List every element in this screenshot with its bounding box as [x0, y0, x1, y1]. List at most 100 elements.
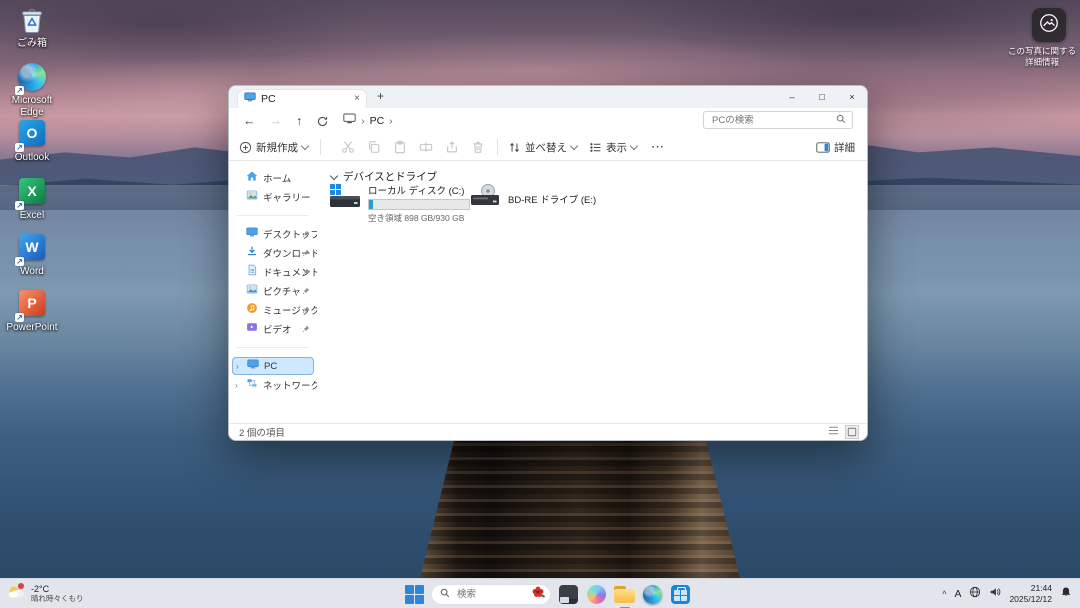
tray-expand-chevron[interactable]: ^	[942, 589, 946, 599]
sidebar-separator	[237, 215, 309, 216]
taskbar-store-button[interactable]	[670, 584, 691, 605]
back-button[interactable]: ←	[243, 114, 256, 128]
section-devices-and-drives[interactable]: デバイスとドライブ	[331, 169, 437, 184]
taskbar-edge-button[interactable]	[642, 584, 663, 605]
explorer-search-box[interactable]	[703, 111, 853, 129]
explorer-status-bar: 2 個の項目	[229, 423, 867, 440]
volume-icon[interactable]	[989, 585, 1001, 603]
chevron-down-icon	[570, 141, 578, 149]
desktop-icon-excel[interactable]: X Excel	[0, 176, 64, 222]
spotlight-button[interactable]	[1032, 8, 1066, 42]
sidebar-item-videos[interactable]: ビデオ	[232, 320, 314, 338]
tab-close-icon[interactable]: ×	[354, 94, 360, 104]
sidebar-item-home[interactable]: ホーム	[232, 169, 314, 187]
wallpaper-pier	[420, 436, 740, 578]
toolbar-divider	[497, 139, 498, 155]
chevron-down-icon	[301, 141, 309, 149]
home-icon	[246, 169, 258, 187]
sidebar-item-pc[interactable]: › PC	[232, 357, 314, 375]
list-view-icon[interactable]	[828, 423, 839, 441]
clock[interactable]: 21:44 2025/12/12	[1009, 583, 1052, 604]
pc-monitor-icon	[244, 90, 256, 108]
expand-chevron-icon[interactable]: ›	[235, 381, 238, 390]
sidebar-item-network[interactable]: › ネットワーク	[232, 376, 314, 394]
refresh-button[interactable]	[316, 115, 329, 128]
taskbar-app-dark[interactable]	[558, 584, 579, 605]
desktop-icon-outlook[interactable]: O Outlook	[0, 118, 64, 164]
shortcut-arrow-icon	[15, 143, 24, 152]
shortcut-arrow-icon	[15, 313, 24, 322]
sidebar-item-music[interactable]: ミュージック	[232, 301, 314, 319]
breadcrumb-item-pc[interactable]: PC	[370, 115, 385, 127]
pin-icon	[302, 282, 310, 300]
new-button[interactable]: 新規作成	[239, 140, 308, 155]
desktop: ごみ箱 Microsoft Edge O Outlook X Excel W W…	[0, 0, 1080, 608]
item-count: 2 個の項目	[239, 425, 285, 439]
minimize-button[interactable]: –	[777, 86, 807, 108]
tab-title: PC	[261, 93, 349, 105]
gallery-icon	[246, 188, 258, 206]
sidebar-item-downloads[interactable]: ダウンロード	[232, 244, 314, 262]
edge-icon	[17, 63, 47, 93]
taskbar-search-box[interactable]	[431, 584, 551, 605]
pictures-icon	[246, 282, 258, 300]
desktop-icon-label: Excel	[0, 210, 64, 222]
sidebar-item-gallery[interactable]: ギャラリー	[232, 188, 314, 206]
forward-button[interactable]: →	[270, 114, 283, 128]
weather-temp: -2°C	[31, 584, 84, 595]
maximize-button[interactable]: □	[807, 86, 837, 108]
up-button[interactable]: ↑	[296, 114, 302, 128]
details-pane-button[interactable]: 詳細	[816, 140, 855, 155]
sidebar-item-documents[interactable]: ドキュメント	[232, 263, 314, 281]
copilot-icon	[587, 585, 606, 604]
more-options-button[interactable]: ⋯	[651, 139, 665, 155]
drive-c-item[interactable]: ローカル ディスク (C:) 空き領域 898 GB/930 GB	[329, 183, 470, 224]
pin-icon	[302, 301, 310, 319]
drive-e-item[interactable]: BD-RE ドライブ (E:)	[469, 183, 596, 214]
pin-icon	[302, 263, 310, 281]
notification-bell-icon[interactable]	[1060, 585, 1072, 603]
start-button[interactable]	[405, 585, 424, 604]
expand-chevron-icon[interactable]: ›	[236, 362, 239, 371]
large-icons-view-icon[interactable]	[845, 425, 859, 439]
paste-button[interactable]	[393, 140, 407, 154]
rename-button[interactable]	[419, 140, 433, 154]
desktop-icon-powerpoint[interactable]: P PowerPoint	[0, 288, 64, 334]
chevron-down-icon	[630, 141, 638, 149]
explorer-search-input[interactable]	[710, 114, 832, 127]
close-button[interactable]: ×	[837, 86, 867, 108]
this-pc-icon[interactable]	[343, 112, 356, 130]
microsoft-store-icon	[671, 585, 690, 604]
hard-disk-icon	[329, 183, 361, 224]
sidebar-item-pictures[interactable]: ピクチャ	[232, 282, 314, 300]
collapse-chevron-icon[interactable]	[330, 171, 338, 179]
copy-button[interactable]	[367, 140, 381, 154]
new-tab-button[interactable]: +	[377, 89, 384, 103]
sort-button[interactable]: 並べ替え	[508, 140, 577, 155]
view-button[interactable]: 表示	[589, 140, 637, 155]
share-button[interactable]	[445, 140, 459, 154]
pin-icon	[302, 225, 310, 243]
taskbar-search-input[interactable]	[455, 588, 526, 601]
weather-icon	[6, 582, 26, 605]
pin-icon	[302, 320, 310, 338]
sidebar-item-desktop[interactable]: デスクトップ	[232, 225, 314, 243]
taskbar: -2°C 晴れ時々くもり ^ A	[0, 578, 1080, 608]
widgets-weather-button[interactable]: -2°C 晴れ時々くもり	[6, 582, 84, 605]
breadcrumb: › PC ›	[343, 112, 392, 130]
delete-button[interactable]	[471, 140, 485, 154]
toolbar-divider	[320, 139, 321, 155]
desktop-icon-recycle-bin[interactable]: ごみ箱	[0, 6, 64, 50]
desktop-icon-edge[interactable]: Microsoft Edge	[0, 62, 64, 118]
network-icon[interactable]	[969, 585, 981, 603]
desktop-icon-word[interactable]: W Word	[0, 232, 64, 278]
taskbar-file-explorer-button[interactable]	[614, 584, 635, 605]
taskbar-copilot-button[interactable]	[586, 584, 607, 605]
music-icon	[246, 301, 258, 319]
weather-condition: 晴れ時々くもり	[31, 594, 84, 603]
file-explorer-icon	[614, 586, 635, 603]
explorer-tab-pc[interactable]: PC ×	[237, 89, 367, 108]
cut-button[interactable]	[341, 140, 355, 154]
ime-mode-indicator[interactable]: A	[954, 588, 961, 600]
explorer-nav-bar: ← → ↑ › PC ›	[229, 108, 867, 134]
